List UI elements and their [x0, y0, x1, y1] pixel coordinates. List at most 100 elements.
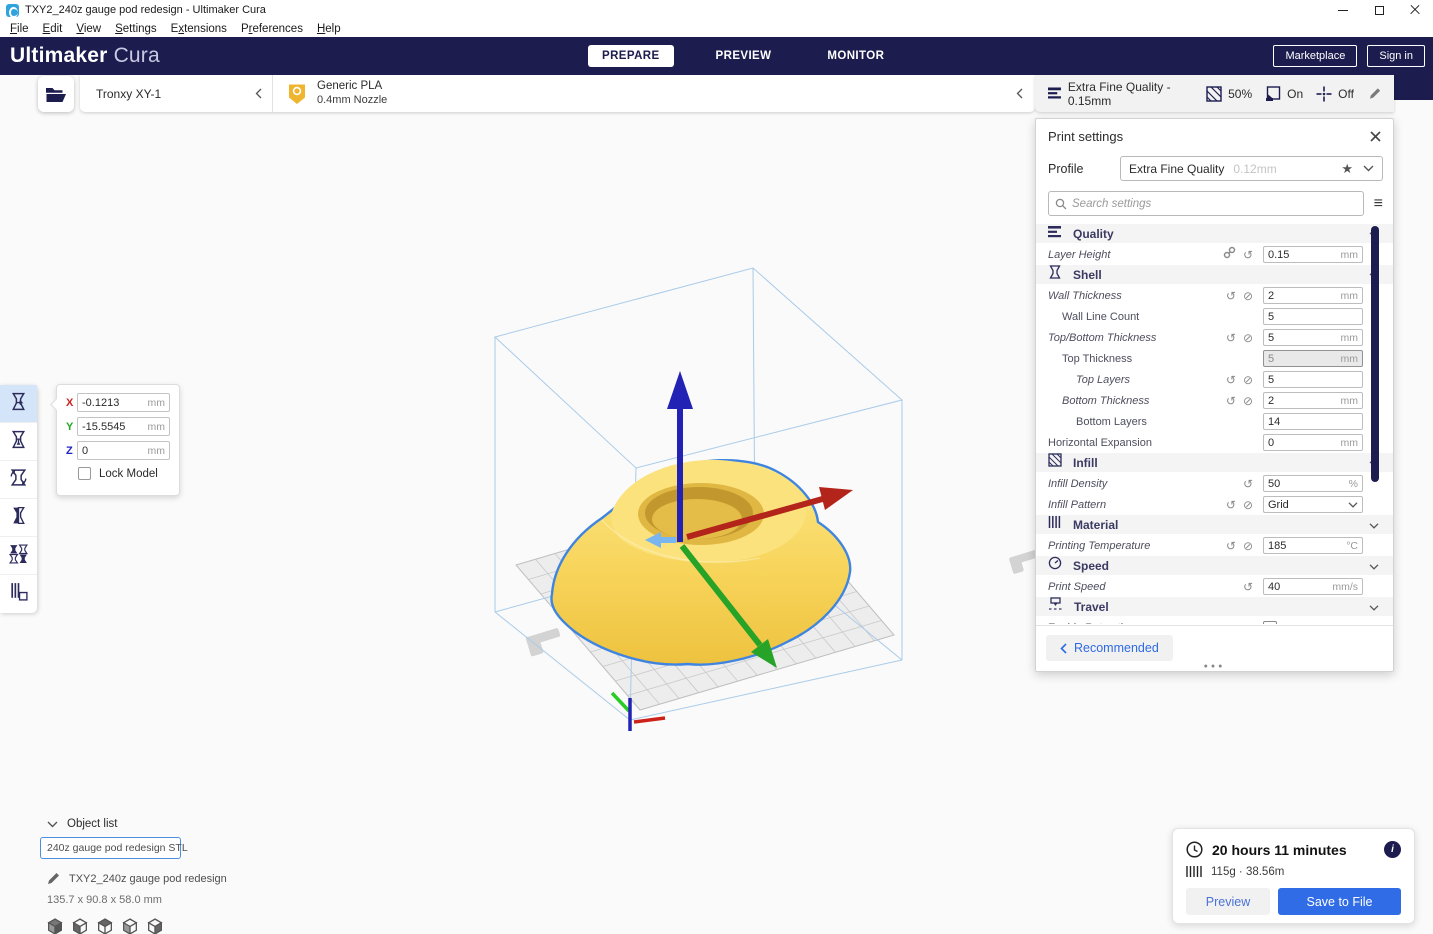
y-position-field[interactable]: mm [77, 417, 170, 436]
object-list-item[interactable]: 240z gauge pod redesign STL [40, 837, 181, 859]
menu-settings[interactable]: Settings [109, 22, 163, 36]
menu-edit[interactable]: Edit [37, 22, 69, 36]
x-position-input[interactable] [82, 397, 140, 409]
tab-monitor[interactable]: MONITOR [813, 45, 898, 67]
printer-selector[interactable]: Tronxy XY-1 [80, 75, 273, 112]
calculated-value-icon[interactable]: ⊘ [1243, 395, 1253, 407]
calculated-value-icon[interactable]: ⊘ [1243, 540, 1253, 552]
search-input[interactable] [1072, 198, 1357, 210]
model-name-row[interactable]: TXY2_240z gauge pod redesign [40, 872, 227, 885]
setting-value: 50 [1268, 478, 1349, 490]
close-icon [1410, 5, 1420, 15]
undo-icon[interactable]: ↺ [1226, 290, 1236, 302]
tab-prepare[interactable]: PREPARE [588, 45, 674, 67]
setting-label: Top Thickness [1062, 353, 1132, 365]
link-icon[interactable] [1223, 246, 1236, 264]
recommended-button[interactable]: Recommended [1046, 635, 1173, 661]
lock-model-checkbox[interactable] [78, 467, 91, 480]
collapse-icon [1016, 88, 1023, 99]
calculated-value-icon[interactable]: ⊘ [1243, 499, 1253, 511]
undo-icon[interactable]: ↺ [1226, 540, 1236, 552]
category-infill[interactable]: Infill [1036, 453, 1393, 472]
category-material[interactable]: Material [1036, 515, 1393, 534]
setting-value-field[interactable]: 2mm [1263, 392, 1363, 409]
info-icon[interactable]: i [1384, 841, 1401, 858]
setting-row-enable-retraction: Enable Retraction [1036, 617, 1393, 624]
x-position-field[interactable]: mm [77, 393, 170, 412]
scale-tool[interactable] [0, 423, 37, 461]
category-travel[interactable]: Travel [1036, 597, 1393, 616]
setting-value-field[interactable]: Grid [1263, 496, 1363, 513]
calculated-value-icon[interactable]: ⊘ [1243, 374, 1253, 386]
setting-value-field[interactable]: 0mm [1263, 434, 1363, 451]
view-front-icon[interactable] [72, 918, 88, 934]
settings-scrollbar[interactable] [1371, 226, 1379, 482]
star-icon[interactable]: ★ [1341, 161, 1353, 177]
category-shell[interactable]: Shell [1036, 265, 1393, 284]
undo-icon[interactable]: ↺ [1226, 499, 1236, 511]
calculated-value-icon[interactable]: ⊘ [1243, 332, 1253, 344]
category-quality[interactable]: Quality [1036, 224, 1393, 243]
setting-checkbox[interactable] [1263, 621, 1277, 625]
undo-icon[interactable]: ↺ [1243, 249, 1253, 261]
setting-value-field[interactable]: 14 [1263, 413, 1363, 430]
undo-icon[interactable]: ↺ [1226, 332, 1236, 344]
menu-help[interactable]: Help [311, 22, 347, 36]
sign-in-button[interactable]: Sign in [1367, 45, 1425, 67]
marketplace-button[interactable]: Marketplace [1273, 45, 1357, 67]
setting-row-bottom-thickness: Bottom Thickness↺⊘2mm [1036, 390, 1393, 411]
per-model-settings-tool[interactable] [0, 537, 37, 575]
close-panel-icon[interactable] [1370, 131, 1381, 142]
setting-value-field[interactable]: 40mm/s [1263, 578, 1363, 595]
menu-preferences[interactable]: Preferences [235, 22, 309, 36]
tab-preview[interactable]: PREVIEW [702, 45, 786, 67]
setting-value: 0 [1268, 437, 1341, 449]
menu-view[interactable]: View [70, 22, 107, 36]
setting-value-field[interactable]: 2mm [1263, 287, 1363, 304]
view-right-icon[interactable] [147, 918, 163, 934]
setting-label: Top/Bottom Thickness [1048, 332, 1156, 344]
setting-value-field[interactable]: 185°C [1263, 537, 1363, 554]
menu-extensions[interactable]: Extensions [165, 22, 233, 36]
settings-search[interactable] [1048, 191, 1364, 216]
category-speed[interactable]: Speed [1036, 556, 1393, 575]
view-left-icon[interactable] [122, 918, 138, 934]
profile-dropdown[interactable]: Extra Fine Quality 0.12mm ★ [1120, 156, 1383, 181]
maximize-button[interactable] [1361, 0, 1397, 20]
object-list-toggle[interactable]: Object list [40, 818, 227, 830]
stage-tabs: PREPARE PREVIEW MONITOR [588, 37, 898, 75]
z-position-input[interactable] [82, 445, 140, 457]
print-settings-summary-bar[interactable]: Extra Fine Quality - 0.15mm 50% On [1035, 75, 1394, 112]
setting-row-print-speed: Print Speed↺40mm/s [1036, 576, 1393, 597]
open-file-button[interactable] [38, 76, 74, 112]
setting-value-field[interactable]: 0.15mm [1263, 246, 1363, 263]
view-3d-icon[interactable] [47, 918, 63, 934]
panel-resize-handle[interactable]: ●●● [1204, 663, 1226, 670]
setting-value-field[interactable]: 5mm [1263, 329, 1363, 346]
setting-value-field[interactable]: 5 [1263, 371, 1363, 388]
save-to-file-button[interactable]: Save to File [1278, 888, 1401, 915]
preview-button[interactable]: Preview [1186, 888, 1270, 915]
calculated-value-icon[interactable]: ⊘ [1243, 290, 1253, 302]
undo-icon[interactable]: ↺ [1226, 395, 1236, 407]
undo-icon[interactable]: ↺ [1243, 478, 1253, 490]
minimize-button[interactable] [1325, 0, 1361, 20]
close-button[interactable] [1397, 0, 1433, 20]
infill-summary: 50% [1228, 87, 1252, 101]
mirror-tool[interactable] [0, 499, 37, 537]
edit-settings-icon[interactable] [1369, 87, 1381, 100]
move-tool[interactable] [0, 385, 37, 423]
undo-icon[interactable]: ↺ [1226, 374, 1236, 386]
settings-menu-icon[interactable]: ≡ [1374, 196, 1383, 212]
view-top-icon[interactable] [97, 918, 113, 934]
setting-value-field[interactable]: 5mm [1263, 350, 1363, 367]
setting-value-field[interactable]: 50% [1263, 475, 1363, 492]
setting-value-field[interactable]: 5 [1263, 308, 1363, 325]
menu-file[interactable]: File [4, 22, 35, 36]
rotate-tool[interactable] [0, 461, 37, 499]
material-selector[interactable]: Generic PLA 0.4mm Nozzle [273, 75, 1035, 112]
y-position-input[interactable] [82, 421, 140, 433]
undo-icon[interactable]: ↺ [1243, 581, 1253, 593]
support-blocker-tool[interactable] [0, 575, 37, 613]
z-position-field[interactable]: mm [77, 441, 170, 460]
